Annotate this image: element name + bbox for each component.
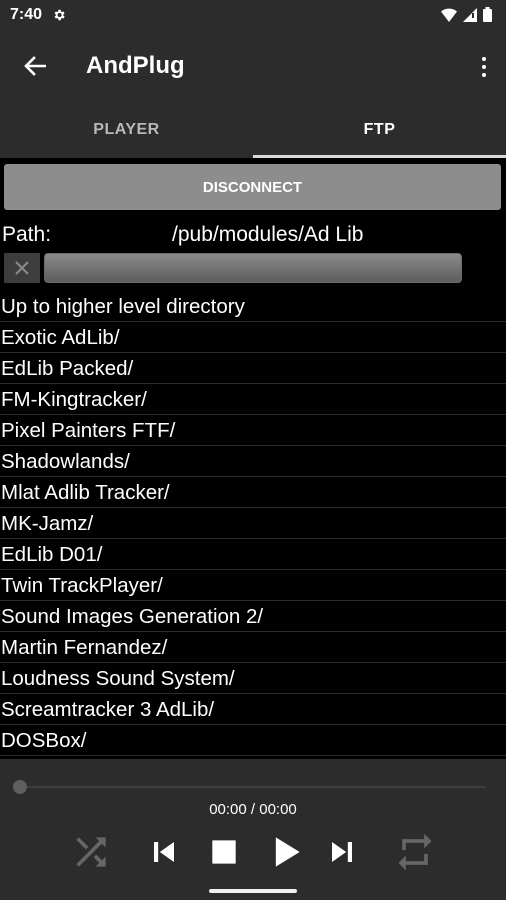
disconnect-button[interactable]: DISCONNECT	[4, 164, 501, 210]
play-button[interactable]	[261, 827, 309, 877]
close-icon	[15, 261, 29, 275]
list-item[interactable]: Mlat Adlib Tracker/	[0, 477, 506, 508]
list-item[interactable]: EdLib D01/	[0, 539, 506, 570]
path-value: /pub/modules/Ad Lib	[172, 223, 364, 246]
list-item[interactable]: Sound Images Generation 2/	[0, 601, 506, 632]
list-item[interactable]: Exotic AdLib/	[0, 322, 506, 353]
shuffle-button[interactable]	[66, 827, 116, 877]
home-indicator[interactable]	[209, 889, 297, 893]
playback-time: 00:00 / 00:00	[209, 801, 297, 818]
overflow-menu-button[interactable]	[476, 52, 492, 82]
list-item[interactable]: Twin TrackPlayer/	[0, 570, 506, 601]
play-icon	[275, 837, 300, 867]
list-item[interactable]: MK-Jamz/	[0, 508, 506, 539]
repeat-button[interactable]	[390, 827, 440, 877]
tab-bar: PLAYER FTP	[0, 102, 506, 158]
list-item[interactable]: Screamtracker 3 AdLib/	[0, 694, 506, 725]
list-item-parent-directory[interactable]: Up to higher level directory	[0, 291, 506, 322]
cell-signal-icon	[463, 7, 477, 22]
file-list: Up to higher level directory Exotic AdLi…	[0, 291, 506, 756]
wifi-icon	[441, 8, 457, 22]
list-item[interactable]: Shadowlands/	[0, 446, 506, 477]
stop-icon	[212, 840, 236, 864]
list-item[interactable]: DOSBox/	[0, 725, 506, 756]
list-item[interactable]: Martin Fernandez/	[0, 632, 506, 663]
list-item[interactable]: Pixel Painters FTF/	[0, 415, 506, 446]
path-label: Path:	[2, 223, 52, 246]
status-bar: 7:40	[0, 0, 506, 30]
app-bar: AndPlug	[0, 30, 506, 102]
tab-player[interactable]: PLAYER	[0, 102, 253, 158]
skip-next-icon	[332, 842, 352, 862]
seek-bar[interactable]	[20, 786, 486, 788]
list-item[interactable]: FM-Kingtracker/	[0, 384, 506, 415]
skip-previous-icon	[154, 842, 174, 862]
battery-icon	[483, 7, 492, 22]
path-row: Path: /pub/modules/Ad Lib	[2, 220, 506, 250]
player-panel: 00:00 / 00:00	[0, 759, 506, 900]
stop-button[interactable]	[201, 827, 247, 877]
status-time: 7:40	[10, 6, 43, 23]
previous-button[interactable]	[141, 827, 187, 877]
app-title: AndPlug	[86, 52, 185, 79]
list-item[interactable]: EdLib Packed/	[0, 353, 506, 384]
next-button[interactable]	[319, 827, 365, 877]
clear-filter-button[interactable]	[4, 253, 40, 283]
seek-thumb[interactable]	[13, 780, 27, 794]
repeat-icon	[398, 833, 432, 871]
tab-ftp[interactable]: FTP	[253, 102, 506, 158]
back-button[interactable]	[20, 51, 50, 81]
filter-input[interactable]	[44, 253, 462, 283]
more-vert-icon	[482, 57, 486, 61]
shuffle-icon	[76, 837, 106, 867]
filter-row	[4, 253, 464, 283]
settings-gear-icon	[54, 9, 65, 21]
back-arrow-icon	[24, 56, 46, 76]
list-item[interactable]: Loudness Sound System/	[0, 663, 506, 694]
